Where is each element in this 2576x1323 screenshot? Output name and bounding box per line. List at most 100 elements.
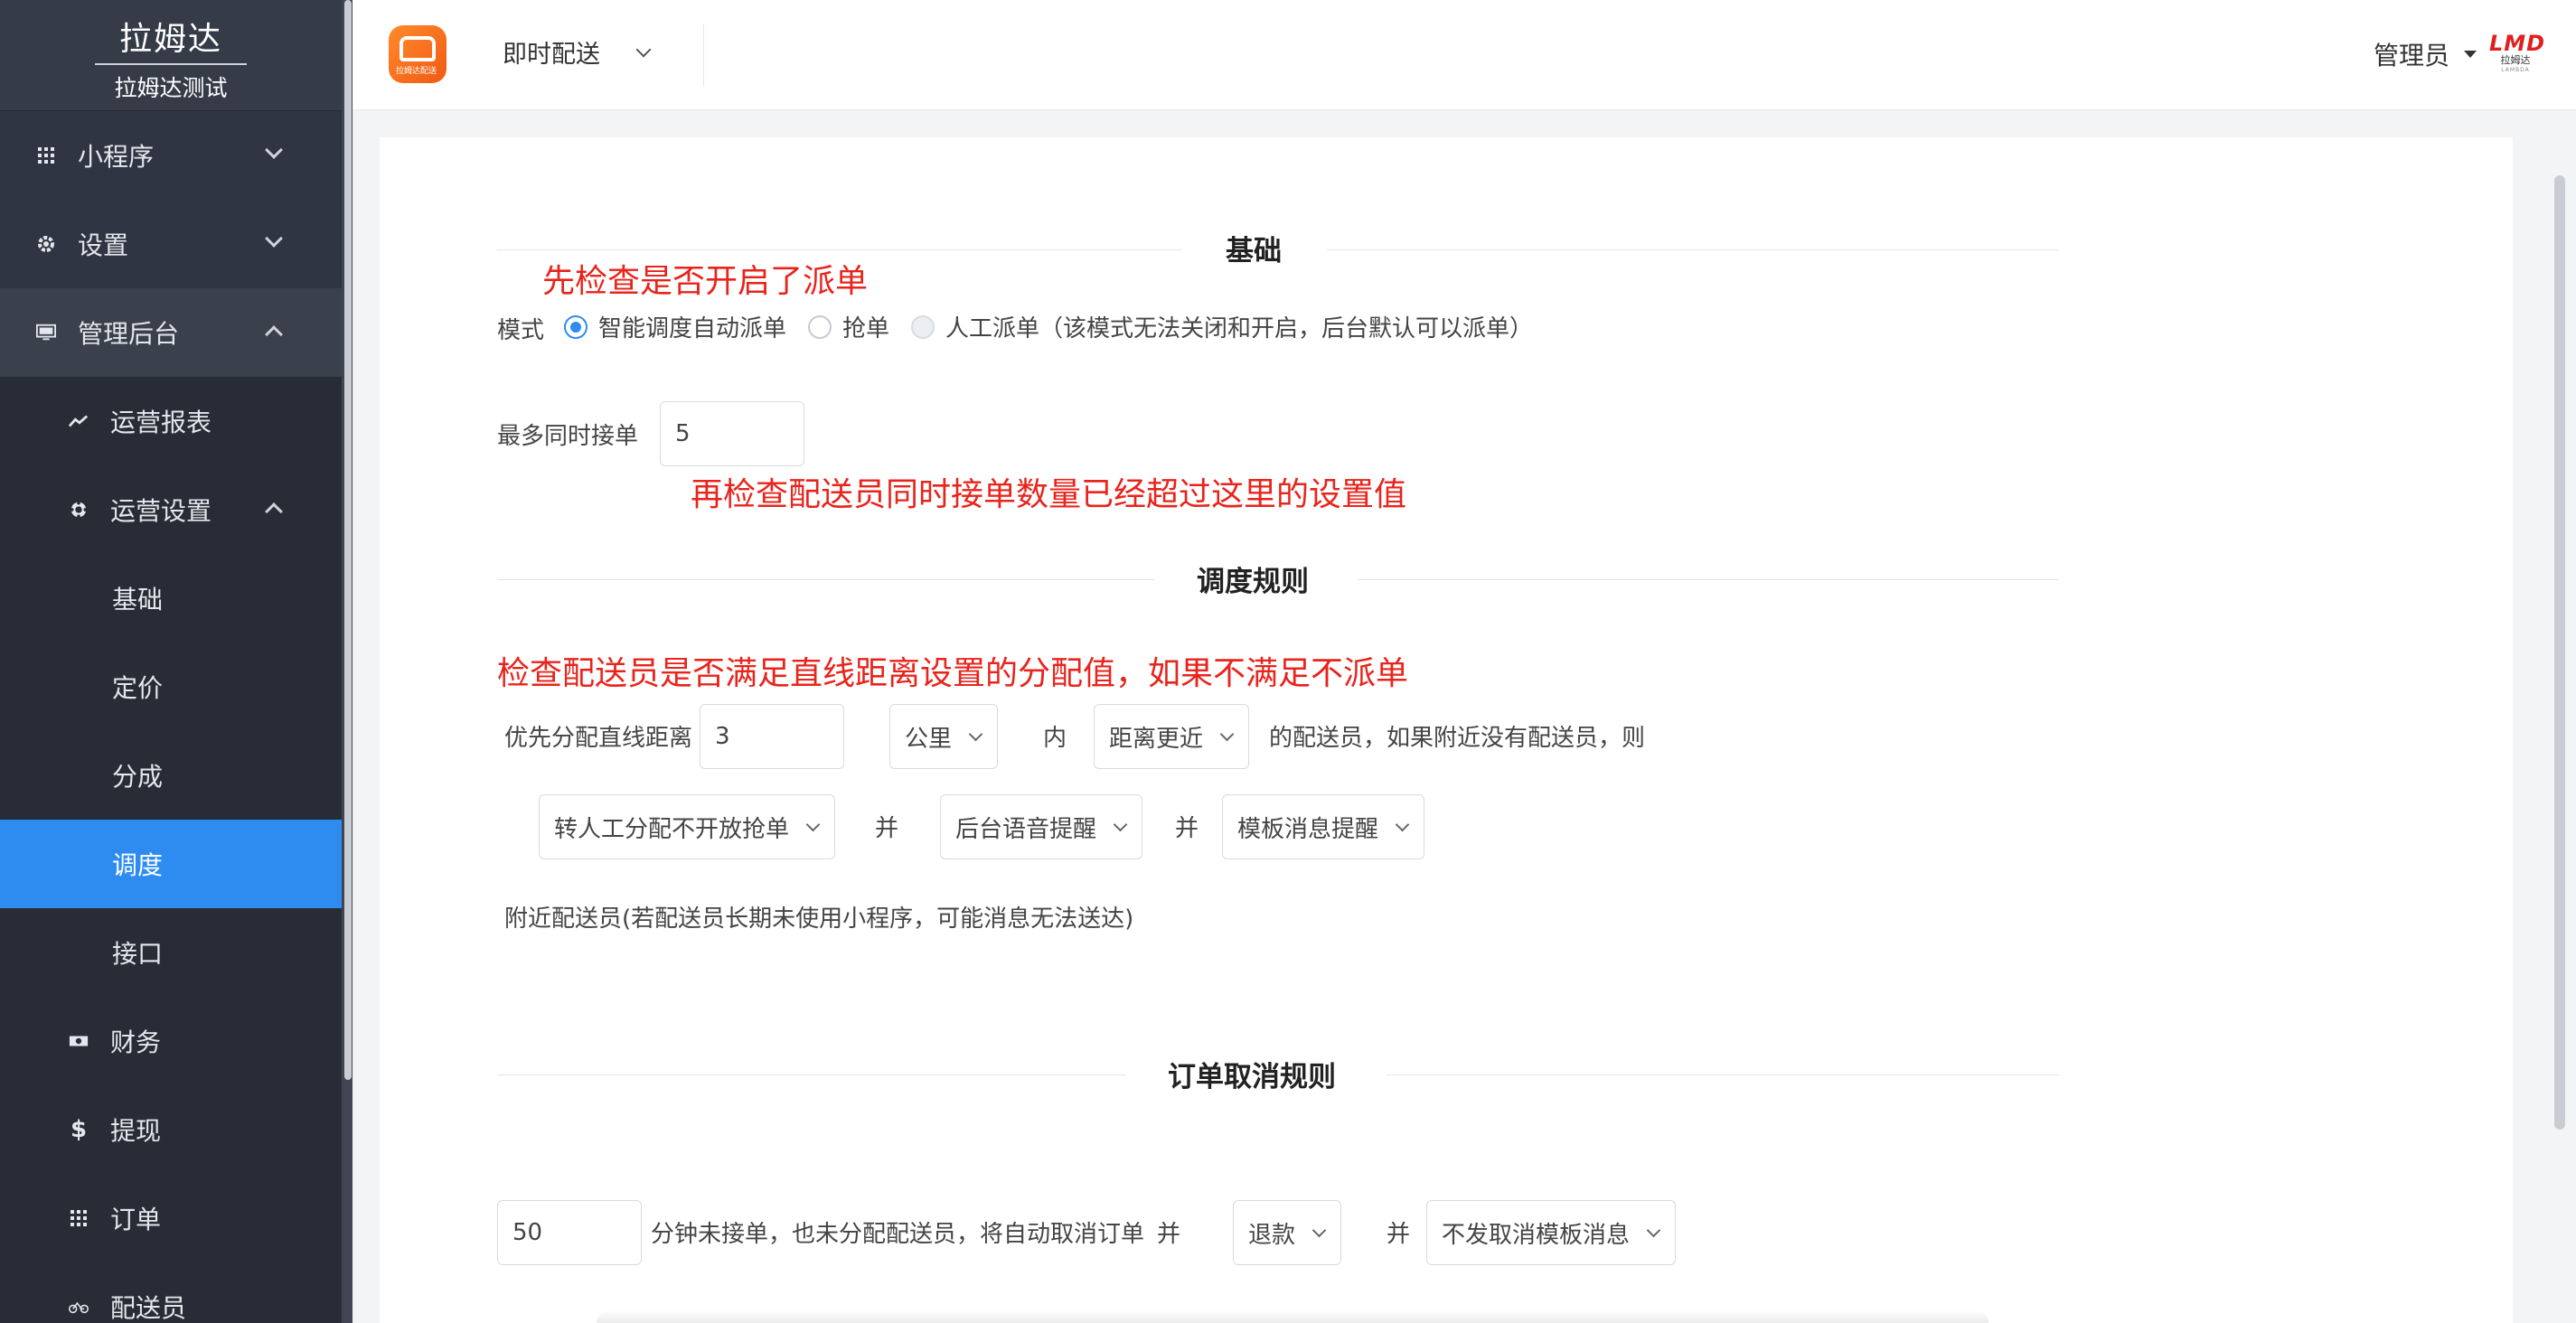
sidebar-item-basic[interactable]: 基础 [0,554,342,643]
cancel-message-select[interactable]: 不发取消模板消息 [1426,1200,1676,1265]
cancel-message-value: 不发取消模板消息 [1442,1221,1631,1249]
chevron-down-icon [1219,727,1235,741]
sidebar-item-label: 运营设置 [110,496,212,526]
fallback-value: 转人工分配不开放抢单 [554,815,790,843]
cancel-rule-text: 分钟未接单，也未分配配送员，将自动取消订单 [651,1221,1145,1248]
sidebar-item-commission[interactable]: 分成 [0,731,342,820]
trend-icon [69,411,89,431]
sidebar-item-label: 基础 [112,585,164,615]
brand-subtitle: 拉姆达测试 [114,75,228,101]
distance-input[interactable]: 3 [700,704,844,769]
sidebar-item-api[interactable]: 接口 [0,908,342,997]
radio-checked-icon[interactable] [564,314,588,339]
delivery-mode-select[interactable]: 即时配送 [503,34,652,70]
section-title-basic: 基础 [1226,235,1282,267]
caret-down-icon [2464,51,2477,58]
radio-grab-order[interactable]: 抢单 [808,310,889,343]
distance-label: 优先分配直线距离 [504,725,693,752]
chevron-up-icon [265,325,283,343]
chevron-down-icon [265,230,283,248]
sidebar-item-pricing[interactable]: 定价 [0,643,342,731]
section-divider [497,579,1155,580]
radio-label: 智能调度自动派单 [598,315,787,342]
scooter-icon [400,36,436,61]
sidebar-item-admin[interactable]: 管理后台 [0,288,342,377]
main-scrollbar-thumb[interactable] [2554,175,2565,1130]
notify-template-select[interactable]: 模板消息提醒 [1222,794,1424,859]
chevron-down-icon [1312,1223,1327,1237]
dollar-icon: $ [70,1116,88,1143]
grid-icon [69,1208,89,1228]
sidebar-item-couriers[interactable]: 配送员 [0,1262,342,1323]
sidebar-item-withdraw[interactable]: $ 提现 [0,1085,342,1174]
radio-manual-dispatch: 人工派单（该模式无法关闭和开启，后台默认可以派单） [911,310,1533,343]
distance-unit-value: 公里 [905,725,953,753]
annotation-note-3: 检查配送员是否满足直线距离设置的分配值，如果不满足不派单 [497,655,1409,692]
money-icon [69,1031,89,1051]
sidebar-item-label: 小程序 [78,142,155,172]
section-title-dispatch: 调度规则 [1197,566,1309,598]
section-divider [497,1074,1126,1075]
sidebar-item-ops-settings[interactable]: 运营设置 [0,465,342,554]
sidebar: 拉姆达 拉姆达测试 小程序 设置 管理后台 运营报表 运营设置 基础 定价 分成… [0,0,342,1323]
fallback-select[interactable]: 转人工分配不开放抢单 [539,794,835,859]
within-label: 内 [1043,725,1067,752]
notify-voice-value: 后台语音提醒 [955,815,1097,843]
sidebar-item-settings[interactable]: 设置 [0,200,342,288]
bottom-toolbar-shadow [597,1310,1988,1323]
brand: 拉姆达 拉姆达测试 [0,0,342,111]
chevron-down-icon [1646,1223,1661,1237]
sidebar-item-label: 配送员 [110,1293,187,1323]
cancel-action-select[interactable]: 退款 [1233,1200,1341,1265]
mode-radio-group: 智能调度自动派单 抢单 人工派单（该模式无法关闭和开启，后台默认可以派单） [564,310,1555,343]
sidebar-scrollbar[interactable] [342,0,353,1323]
chevron-down-icon [1395,817,1410,831]
bicycle-icon [69,1297,89,1317]
chevron-down-icon [968,727,983,741]
section-divider [1358,579,2059,580]
max-orders-input[interactable]: 5 [660,401,804,466]
distance-unit-select[interactable]: 公里 [889,704,998,769]
user-name: 管理员 [2373,41,2449,70]
cancel-minutes-input[interactable]: 50 [497,1200,642,1265]
nearby-courier-note: 附近配送员(若配送员长期未使用小程序，可能消息无法送达) [504,905,1134,933]
main-panel: 基础 先检查是否开启了派单 模式 智能调度自动派单 抢单 人工派单（该模式无法关… [380,137,2513,1323]
cog-icon [69,500,89,520]
delivery-mode-value: 即时配送 [503,41,600,69]
monitor-icon [36,323,56,342]
sidebar-item-label: 订单 [110,1205,162,1234]
user-menu[interactable]: 管理员 [2374,36,2477,72]
brand-mark-text: LMD [2489,31,2546,56]
sidebar-item-label: 设置 [78,230,129,260]
brand-mark-en: LAMBDA [2501,67,2530,73]
mode-label: 模式 [497,317,545,344]
sidebar-item-ops-report[interactable]: 运营报表 [0,377,342,465]
sidebar-item-finance[interactable]: 财务 [0,997,342,1085]
annotation-note-2: 再检查配送员同时接单数量已经超过这里的设置值 [691,476,1407,513]
chevron-down-icon [1113,817,1128,831]
sidebar-item-miniprogram[interactable]: 小程序 [0,111,342,200]
cancel-minutes-value: 50 [512,1219,543,1246]
sidebar-item-orders[interactable]: 订单 [0,1174,342,1262]
sidebar-item-dispatch[interactable]: 调度 [0,820,342,908]
section-divider [497,249,1182,250]
brand-divider [95,63,247,65]
sort-select[interactable]: 距离更近 [1094,704,1249,769]
cancel-action-value: 退款 [1248,1221,1296,1249]
sidebar-item-label: 定价 [112,673,164,703]
and-label: 并 [1175,815,1199,842]
section-divider [1327,249,2059,250]
and-label: 并 [875,815,899,842]
brand-title: 拉姆达 [118,21,222,58]
cancel-and-label: 并 [1157,1221,1181,1248]
chevron-down-icon [805,817,821,831]
fallback-lead-text: 的配送员，如果附近没有配送员，则 [1269,725,1646,752]
notify-template-value: 模板消息提醒 [1237,815,1379,843]
sidebar-scrollbar-thumb[interactable] [344,0,352,1080]
radio-unchecked-icon[interactable] [808,314,832,339]
sidebar-item-label: 财务 [110,1027,162,1057]
section-title-cancel: 订单取消规则 [1168,1061,1336,1093]
app-logo: 拉姆达配送 [389,25,447,83]
radio-smart-dispatch[interactable]: 智能调度自动派单 [564,310,786,343]
notify-voice-select[interactable]: 后台语音提醒 [940,794,1142,859]
